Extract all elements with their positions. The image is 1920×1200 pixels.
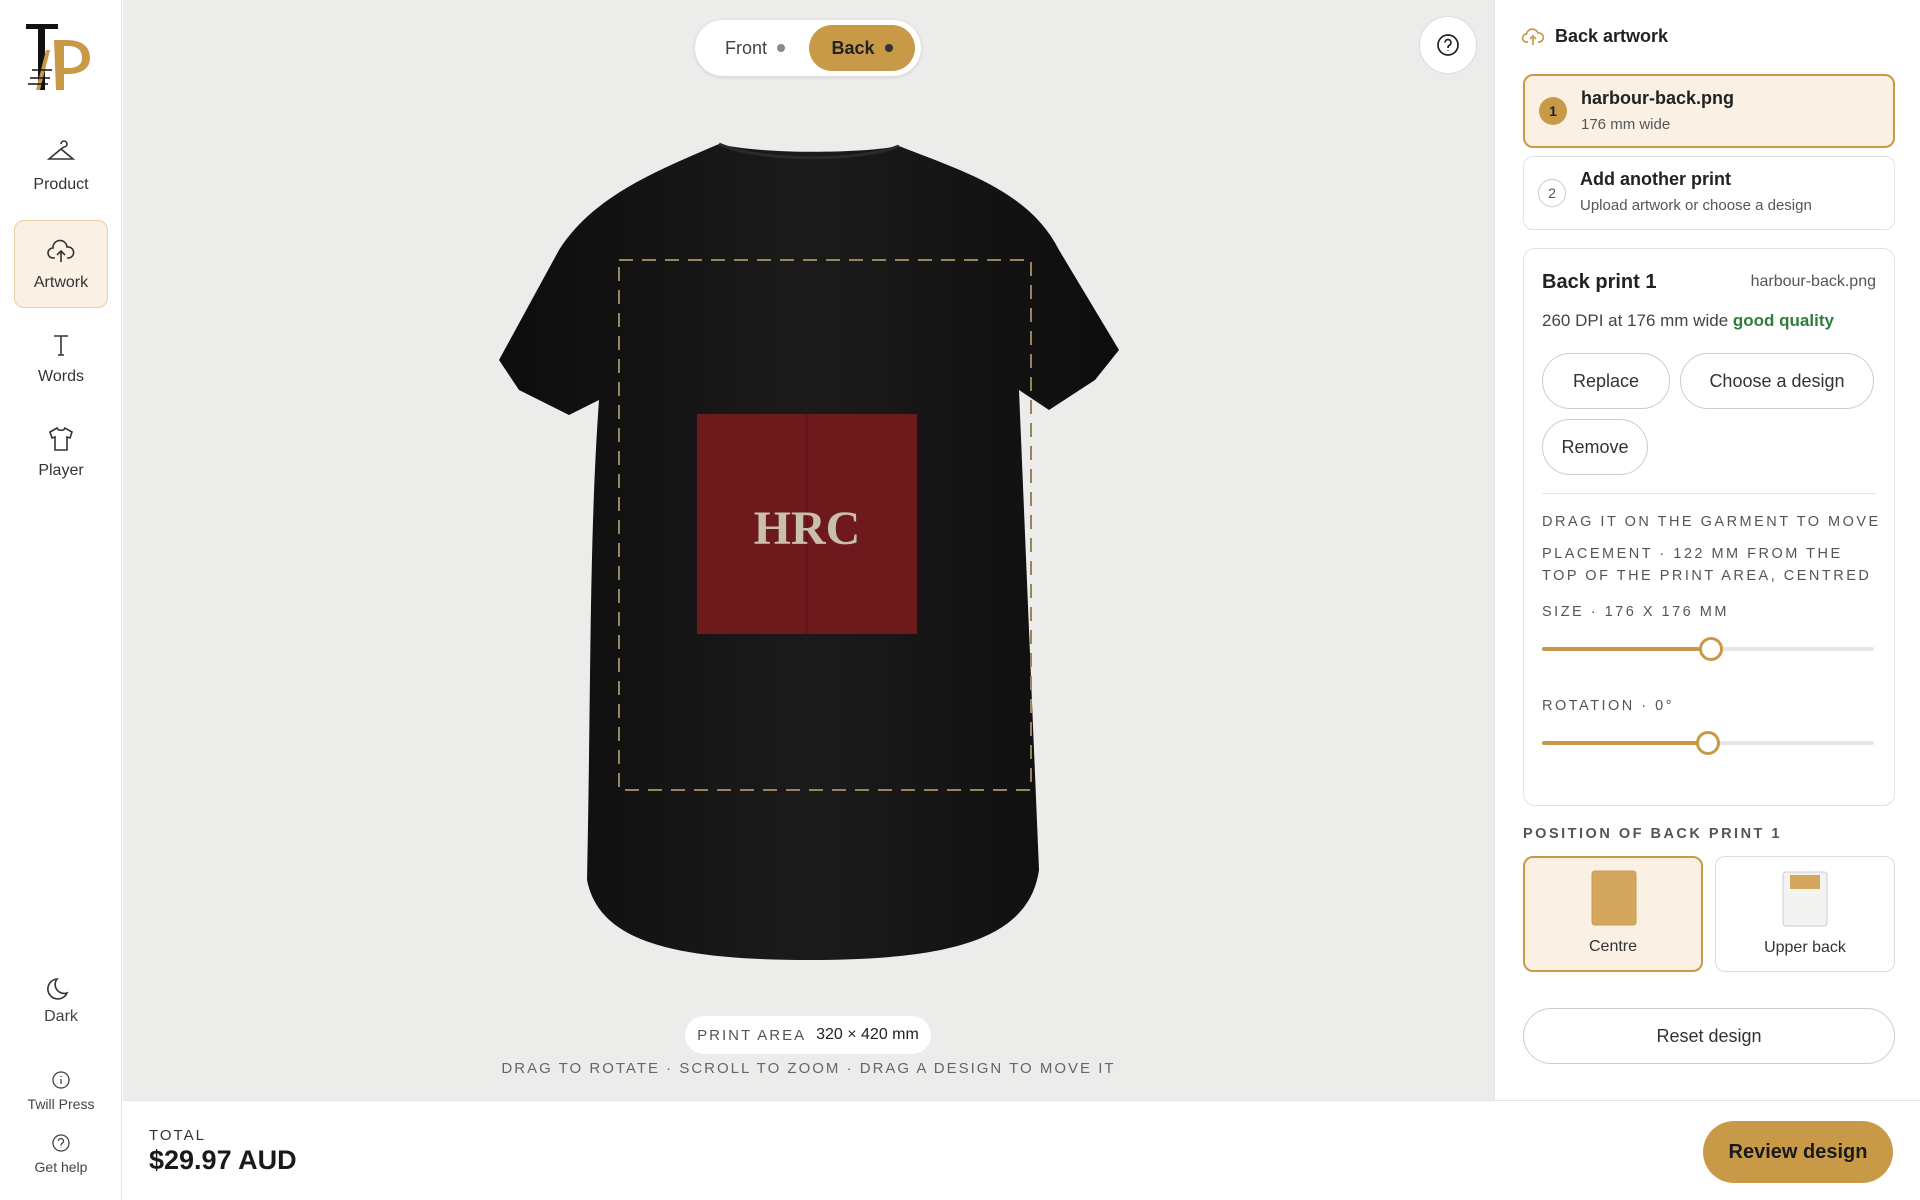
choose-design-button[interactable]: Choose a design	[1680, 353, 1874, 409]
view-toggle: Front Back	[695, 20, 921, 76]
reset-design-button[interactable]: Reset design	[1523, 1008, 1895, 1064]
divider	[1542, 493, 1876, 494]
sidebar-item-artwork[interactable]: Artwork	[14, 220, 108, 308]
artwork-filename: harbour-back.png	[1581, 88, 1735, 108]
sidebar-item-label: Artwork	[33, 274, 89, 291]
quality-badge: good quality	[1732, 311, 1834, 330]
sidebar-item-label: Product	[33, 176, 89, 193]
about-link[interactable]: Twill Press	[0, 1070, 122, 1112]
dark-mode-label: Dark	[44, 1008, 78, 1025]
print-card-filename: harbour-back.png	[1750, 273, 1876, 290]
dark-mode-toggle[interactable]: Dark	[0, 974, 122, 1026]
get-help-label: Get help	[34, 1159, 88, 1175]
position-label: POSITION OF BACK PRINT 1	[1523, 826, 1782, 842]
print-area-value: 320 × 420 mm	[816, 1026, 919, 1043]
sidebar-item-label: Player	[38, 462, 84, 479]
garment-canvas[interactable]: Front Back HRC PRINT AREA 320 × 420 mm D…	[123, 0, 1494, 1100]
replace-button[interactable]: Replace	[1542, 353, 1670, 409]
add-another-print[interactable]: 2 Add another print Upload artwork or ch…	[1523, 156, 1895, 230]
sidebar-item-player[interactable]: Player	[14, 408, 108, 496]
position-centre[interactable]: Centre	[1523, 856, 1703, 972]
artwork-width: 176 mm wide	[1581, 116, 1671, 133]
cloud-upload-icon	[1521, 28, 1545, 45]
slider-fill	[1542, 741, 1708, 745]
back-view-button[interactable]: Back	[809, 25, 915, 71]
front-view-label: Front	[724, 37, 767, 58]
moon-icon	[47, 978, 69, 1000]
tshirt-back-preview[interactable]: HRC	[419, 140, 1199, 990]
print-area-badge: PRINT AREA 320 × 420 mm	[685, 1016, 931, 1054]
panel-title-text: Back artwork	[1555, 25, 1669, 46]
review-design-button[interactable]: Review design	[1703, 1121, 1893, 1183]
hrc-print-text: HRC	[754, 502, 861, 555]
slider-thumb[interactable]	[1699, 637, 1724, 661]
upper-back-position-icon	[1782, 871, 1828, 927]
hanger-icon	[46, 140, 76, 160]
bottom-bar: TOTAL $29.97 AUD Review design	[123, 1100, 1920, 1200]
total-price: $29.97 AUD	[149, 1145, 297, 1175]
about-label: Twill Press	[27, 1096, 95, 1112]
placement-text: PLACEMENT · 122 MM FROM THE TOP OF THE P…	[1542, 546, 1872, 584]
print-quality: 260 DPI at 176 mm wide good quality	[1542, 311, 1834, 331]
get-help-link[interactable]: Get help	[0, 1133, 122, 1175]
back-print-card: Back print 1 harbour-back.png 260 DPI at…	[1523, 248, 1895, 806]
print-card-title: Back print 1	[1542, 271, 1657, 293]
twill-press-logo[interactable]	[24, 20, 96, 92]
centre-position-icon	[1591, 870, 1637, 926]
size-slider[interactable]	[1542, 637, 1874, 661]
cloud-upload-icon	[47, 239, 75, 262]
canvas-hint: DRAG TO ROTATE · SCROLL TO ZOOM · DRAG A…	[501, 1060, 1116, 1077]
front-print-dot	[777, 44, 785, 52]
position-upper-back[interactable]: Upper back	[1715, 856, 1895, 972]
position-centre-label: Centre	[1588, 938, 1638, 955]
info-icon	[52, 1071, 70, 1089]
artwork-item-1[interactable]: 1 harbour-back.png 176 mm wide	[1523, 74, 1895, 148]
back-print-dot	[884, 44, 893, 52]
rotation-slider[interactable]	[1542, 731, 1874, 755]
drag-hint: DRAG IT ON THE GARMENT TO MOVE	[1542, 514, 1881, 530]
panel-title: Back artwork	[1521, 24, 1668, 48]
sidebar-item-product[interactable]: Product	[14, 122, 108, 210]
slider-thumb[interactable]	[1696, 731, 1720, 755]
tshirt-icon	[49, 426, 73, 451]
position-upper-back-label: Upper back	[1764, 939, 1846, 956]
sidebar-item-words[interactable]: Words	[14, 314, 108, 402]
rotation-label: ROTATION · 0°	[1542, 698, 1675, 714]
artwork-number: 2	[1538, 179, 1566, 207]
artwork-number: 1	[1539, 97, 1567, 125]
help-circle-icon	[52, 1134, 70, 1152]
help-circle-icon	[1437, 34, 1459, 56]
help-button[interactable]	[1419, 16, 1477, 74]
add-print-subtitle: Upload artwork or choose a design	[1580, 197, 1812, 214]
dpi-text: 260 DPI at 176 mm wide	[1542, 311, 1729, 330]
print-area-label: PRINT AREA	[697, 1026, 807, 1044]
front-view-button[interactable]: Front	[703, 25, 807, 71]
sidebar-item-label: Words	[38, 368, 84, 385]
text-icon	[54, 335, 68, 356]
remove-button[interactable]: Remove	[1542, 419, 1648, 475]
size-label: SIZE · 176 X 176 MM	[1542, 604, 1729, 620]
add-print-title: Add another print	[1580, 169, 1731, 189]
artwork-panel: Back artwork 1 harbour-back.png 176 mm w…	[1494, 0, 1920, 1100]
left-sidebar: Product Artwork Words Player Dark Twill …	[0, 0, 122, 1200]
total-label: TOTAL	[149, 1127, 206, 1144]
slider-fill	[1542, 647, 1712, 651]
back-view-label: Back	[831, 37, 875, 58]
